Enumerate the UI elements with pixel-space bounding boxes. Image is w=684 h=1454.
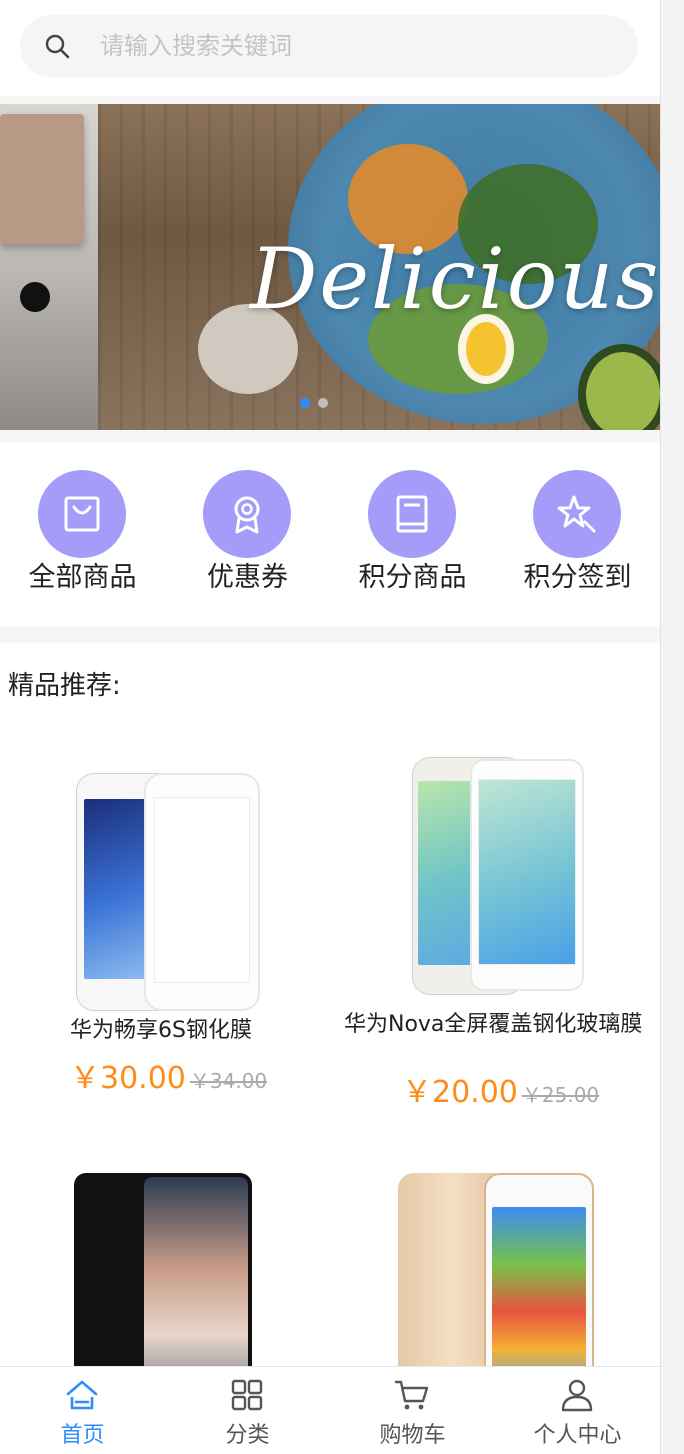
tab-label: 分类 <box>225 1423 270 1448</box>
star-sparkle-icon <box>533 470 621 558</box>
search-bar: 请输入搜索关键词 <box>0 0 660 96</box>
carousel-dot-active[interactable] <box>300 398 310 408</box>
product-image <box>70 773 270 1013</box>
tab-profile[interactable]: 个人中心 <box>495 1367 660 1454</box>
tab-label: 个人中心 <box>533 1423 622 1448</box>
product-price: ￥30.00 ￥34.00 <box>70 1053 267 1097</box>
banner-text: Delicious <box>250 230 660 328</box>
ball-image <box>20 282 50 312</box>
tab-cart[interactable]: 购物车 <box>330 1367 495 1454</box>
tab-label: 首页 <box>60 1423 105 1448</box>
tab-label: 购物车 <box>379 1423 446 1448</box>
price-current: ￥30.00 <box>70 1061 186 1096</box>
chocolate-image <box>0 114 84 244</box>
product-price: ￥20.00 ￥25.00 <box>402 1067 599 1111</box>
section-title: 精品推荐: <box>8 671 121 701</box>
carousel-dot[interactable] <box>318 398 328 408</box>
product-name: 华为Nova全屏覆盖钢化玻璃膜 <box>344 1012 643 1037</box>
product-image <box>410 757 590 997</box>
quick-nav-points-checkin[interactable]: 积分签到 <box>495 442 660 626</box>
quick-nav-points-products[interactable]: 积分商品 <box>330 442 495 626</box>
tab-bar: 首页 分类 购物车 个人中心 <box>0 1366 660 1454</box>
quick-nav-label: 全部商品 <box>28 562 137 593</box>
glass-film-screen <box>154 797 250 983</box>
award-icon <box>203 470 291 558</box>
banner-carousel[interactable]: Delicious <box>0 104 660 430</box>
recommend-section: 精品推荐: 华为畅享6S钢化膜 ￥30.00￥34.00 华为Nova全屏覆盖 <box>0 643 660 1403</box>
search-input[interactable]: 请输入搜索关键词 <box>20 15 638 77</box>
price-original: ￥25.00 <box>521 1083 600 1107</box>
scrollbar[interactable] <box>660 0 684 1454</box>
book-icon <box>368 470 456 558</box>
quick-nav-label: 积分商品 <box>358 562 467 593</box>
quick-nav-coupons[interactable]: 优惠券 <box>165 442 330 626</box>
product-card[interactable]: 华为Nova全屏覆盖钢化玻璃膜 ￥20.00 ￥25.00 <box>330 753 660 1113</box>
product-card[interactable]: 华为畅享6S钢化膜 ￥30.00 ￥34.00 <box>0 753 330 1113</box>
quick-nav: 全部商品 优惠券 积分商品 积分签到 <box>0 442 660 626</box>
product-name: 华为畅享6S钢化膜 <box>70 1018 252 1043</box>
bag-icon <box>38 470 126 558</box>
quick-nav-label: 积分签到 <box>523 562 632 593</box>
tab-category[interactable]: 分类 <box>165 1367 330 1454</box>
page: 请输入搜索关键词 Delicious 全部商品 优惠券 积分商品 积分签到 精品… <box>0 0 660 1454</box>
quick-nav-label: 优惠券 <box>207 562 288 593</box>
price-current: ￥20.00 <box>402 1075 518 1110</box>
banner-slide-previous <box>0 104 98 430</box>
quick-nav-all-products[interactable]: 全部商品 <box>0 442 165 626</box>
search-icon <box>45 34 70 59</box>
search-placeholder: 请输入搜索关键词 <box>100 32 292 60</box>
grid-icon <box>231 1379 263 1411</box>
price-original: ￥34.00 <box>189 1069 268 1093</box>
glass-film-screen <box>478 779 576 965</box>
cart-icon <box>394 1380 429 1410</box>
home-icon <box>66 1380 98 1410</box>
carousel-dots <box>300 398 328 408</box>
user-icon <box>561 1379 593 1412</box>
tab-home[interactable]: 首页 <box>0 1367 165 1454</box>
